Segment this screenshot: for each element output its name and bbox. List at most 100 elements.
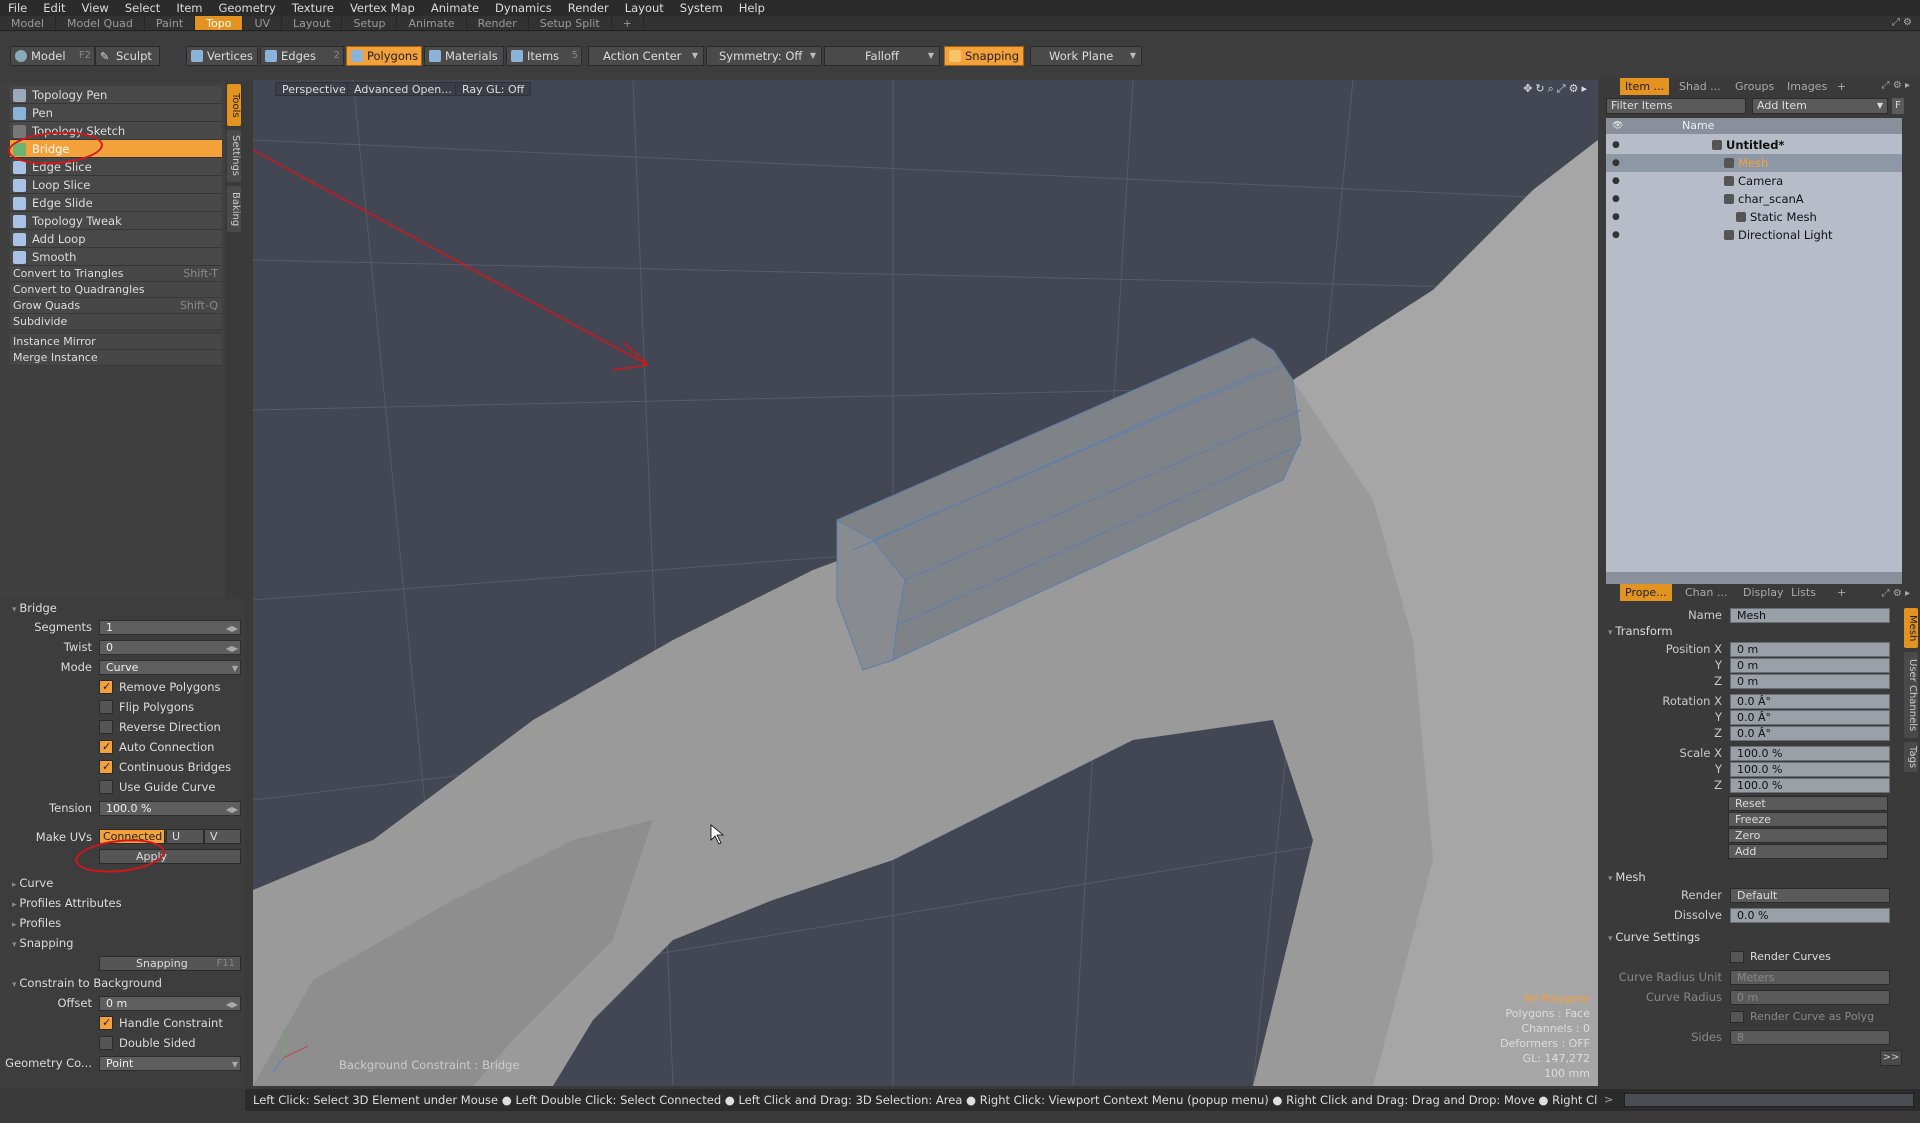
layout-tab[interactable]: Animate [397, 16, 467, 30]
action-center-dropdown[interactable]: Action Center ▼ [588, 46, 704, 66]
command-item[interactable]: Convert to Triangles Shift-T [10, 266, 222, 282]
segments-input[interactable]: 1 ◀▶ [99, 620, 241, 635]
menu-item[interactable]: File [0, 0, 35, 16]
visibility-icon[interactable]: ● [1612, 190, 1620, 208]
menu-item[interactable]: View [74, 0, 117, 16]
visibility-icon[interactable]: ● [1612, 226, 1620, 244]
outliner-scrollbar[interactable] [1606, 572, 1902, 584]
menu-item[interactable]: Dynamics [487, 0, 560, 16]
menu-item[interactable]: Animate [423, 0, 487, 16]
outliner-row[interactable]: ● Directional Light [1606, 226, 1902, 244]
visibility-icon[interactable]: ● [1612, 172, 1620, 190]
tab-settings[interactable]: Settings [227, 130, 241, 182]
double-sided-checkbox[interactable]: Double Sided [99, 1036, 196, 1051]
layout-tab[interactable]: Model Quad [56, 16, 145, 30]
panel-controls-icon[interactable]: ⤢ ⚙ ▸ [1882, 588, 1910, 599]
render-poly-checkbox[interactable]: Render Curve as Polyg [1730, 1010, 1874, 1023]
menu-item[interactable]: Geometry [211, 0, 284, 16]
bridge-option-checkbox[interactable]: Remove Polygons [99, 679, 221, 695]
panel-tab[interactable]: Shad ... [1674, 78, 1726, 95]
vertices-button[interactable]: Vertices [186, 46, 258, 66]
shading-dropdown[interactable]: Advanced Open... [347, 82, 459, 96]
perspective-dropdown[interactable]: Perspective [275, 82, 353, 96]
constrain-section-header[interactable]: Constrain to Background [12, 976, 162, 990]
filter-f-button[interactable]: F [1892, 98, 1904, 114]
layout-tab[interactable]: Render [467, 16, 529, 30]
layout-tab[interactable]: UV [243, 16, 283, 30]
scale-z-input[interactable]: 100.0 % [1730, 778, 1890, 793]
visibility-icon[interactable]: ● [1612, 208, 1620, 226]
properties-side-tab[interactable]: Mesh [1904, 608, 1918, 648]
layout-tab[interactable]: Setup [342, 16, 398, 30]
menu-item[interactable]: System [672, 0, 731, 16]
curve-radius-unit-dropdown[interactable]: Meters [1730, 970, 1890, 985]
uv-u-button[interactable]: U [166, 829, 204, 844]
panel-tab[interactable]: Item ... [1620, 78, 1670, 95]
tab-baking[interactable]: Baking [227, 186, 241, 232]
layout-tab[interactable]: Topo [195, 16, 244, 30]
rotation-y-input[interactable]: 0.0 Â° [1730, 710, 1890, 725]
tab-tools[interactable]: Tools [227, 84, 241, 126]
add-dropdown[interactable]: Add [1728, 844, 1888, 859]
position-x-input[interactable]: 0 m [1730, 642, 1890, 657]
curve-settings-section[interactable]: Curve Settings [1608, 930, 1700, 944]
render-curves-checkbox[interactable]: Render Curves [1730, 950, 1831, 963]
layout-tab[interactable]: Layout [282, 16, 343, 30]
command-item[interactable]: Grow Quads Shift-Q [10, 298, 222, 314]
scale-y-input[interactable]: 100.0 % [1730, 762, 1890, 777]
properties-side-tab[interactable]: User Channels [1904, 652, 1918, 738]
curve-radius-input[interactable]: 0 m [1730, 990, 1890, 1005]
command-input[interactable] [1624, 1093, 1914, 1107]
rotation-z-input[interactable]: 0.0 Â° [1730, 726, 1890, 741]
mesh-section[interactable]: Mesh [1608, 870, 1645, 884]
scale-x-input[interactable]: 100.0 % [1730, 746, 1890, 761]
panel-tab[interactable]: + [1832, 584, 1851, 601]
visibility-icon[interactable]: ● [1612, 154, 1620, 172]
curve-section-header[interactable]: Curve [12, 876, 53, 890]
layout-tab[interactable]: Model [0, 16, 57, 30]
command-item[interactable]: Merge Instance [10, 350, 222, 366]
bridge-option-checkbox[interactable]: Flip Polygons [99, 700, 194, 715]
materials-button[interactable]: Materials [424, 46, 504, 66]
position-z-input[interactable]: 0 m [1730, 674, 1890, 689]
reset-dropdown[interactable]: Reset [1728, 796, 1888, 811]
layout-tab[interactable]: Paint [145, 16, 196, 30]
menu-item[interactable]: Edit [35, 0, 73, 16]
profiles-header[interactable]: Profiles [12, 916, 61, 930]
expand-button[interactable]: >> [1880, 1050, 1902, 1066]
work-plane-dropdown[interactable]: Work Plane ▼ [1030, 46, 1142, 66]
bridge-option-checkbox[interactable]: Continuous Bridges [99, 759, 231, 775]
tool-item[interactable]: Edge Slide [10, 194, 222, 212]
menu-item[interactable]: Select [117, 0, 168, 16]
edges-button[interactable]: Edges 2 [260, 46, 344, 66]
outliner-row[interactable]: ● Static Mesh [1606, 208, 1902, 226]
snapping-toggle-button[interactable]: Snapping F11 [99, 956, 241, 971]
tension-input[interactable]: 100.0 % ◀▶ [99, 801, 241, 816]
snapping-button[interactable]: Snapping [944, 46, 1024, 66]
bridge-option-checkbox[interactable]: Reverse Direction [99, 720, 221, 735]
handle-constraint-checkbox[interactable]: Handle Constraint [99, 1015, 223, 1031]
twist-input[interactable]: 0 ◀▶ [99, 640, 241, 655]
menu-item[interactable]: Item [168, 0, 210, 16]
add-item-dropdown[interactable]: Add Item ▼ [1752, 98, 1888, 114]
polygons-button[interactable]: Polygons [346, 46, 422, 66]
outliner-row[interactable]: ● char_scanA [1606, 190, 1902, 208]
profiles-attributes-header[interactable]: Profiles Attributes [12, 896, 121, 910]
panel-tab[interactable]: Groups [1730, 78, 1779, 95]
bridge-section-header[interactable]: Bridge [12, 601, 57, 615]
command-item[interactable]: Instance Mirror [10, 334, 222, 350]
tool-item[interactable]: Smooth [10, 248, 222, 266]
sculpt-mode-button[interactable]: ✎ Sculpt [95, 46, 160, 66]
menu-item[interactable]: Layout [617, 0, 672, 16]
tool-item[interactable]: Topology Pen [10, 86, 222, 104]
3d-viewport[interactable]: Background Constraint : Bridge All Polyg… [253, 80, 1598, 1086]
filter-items-input[interactable]: Filter Items [1606, 98, 1746, 114]
tool-item[interactable]: Pen [10, 104, 222, 122]
items-button[interactable]: Items 5 [506, 46, 582, 66]
outliner-row[interactable]: ● Camera [1606, 172, 1902, 190]
rotation-x-input[interactable]: 0.0 Â° [1730, 694, 1890, 709]
model-mode-button[interactable]: Model F2 [10, 46, 95, 66]
uv-v-button[interactable]: V [204, 829, 241, 844]
menu-item[interactable]: Render [560, 0, 617, 16]
sides-input[interactable]: 8 [1730, 1030, 1890, 1045]
